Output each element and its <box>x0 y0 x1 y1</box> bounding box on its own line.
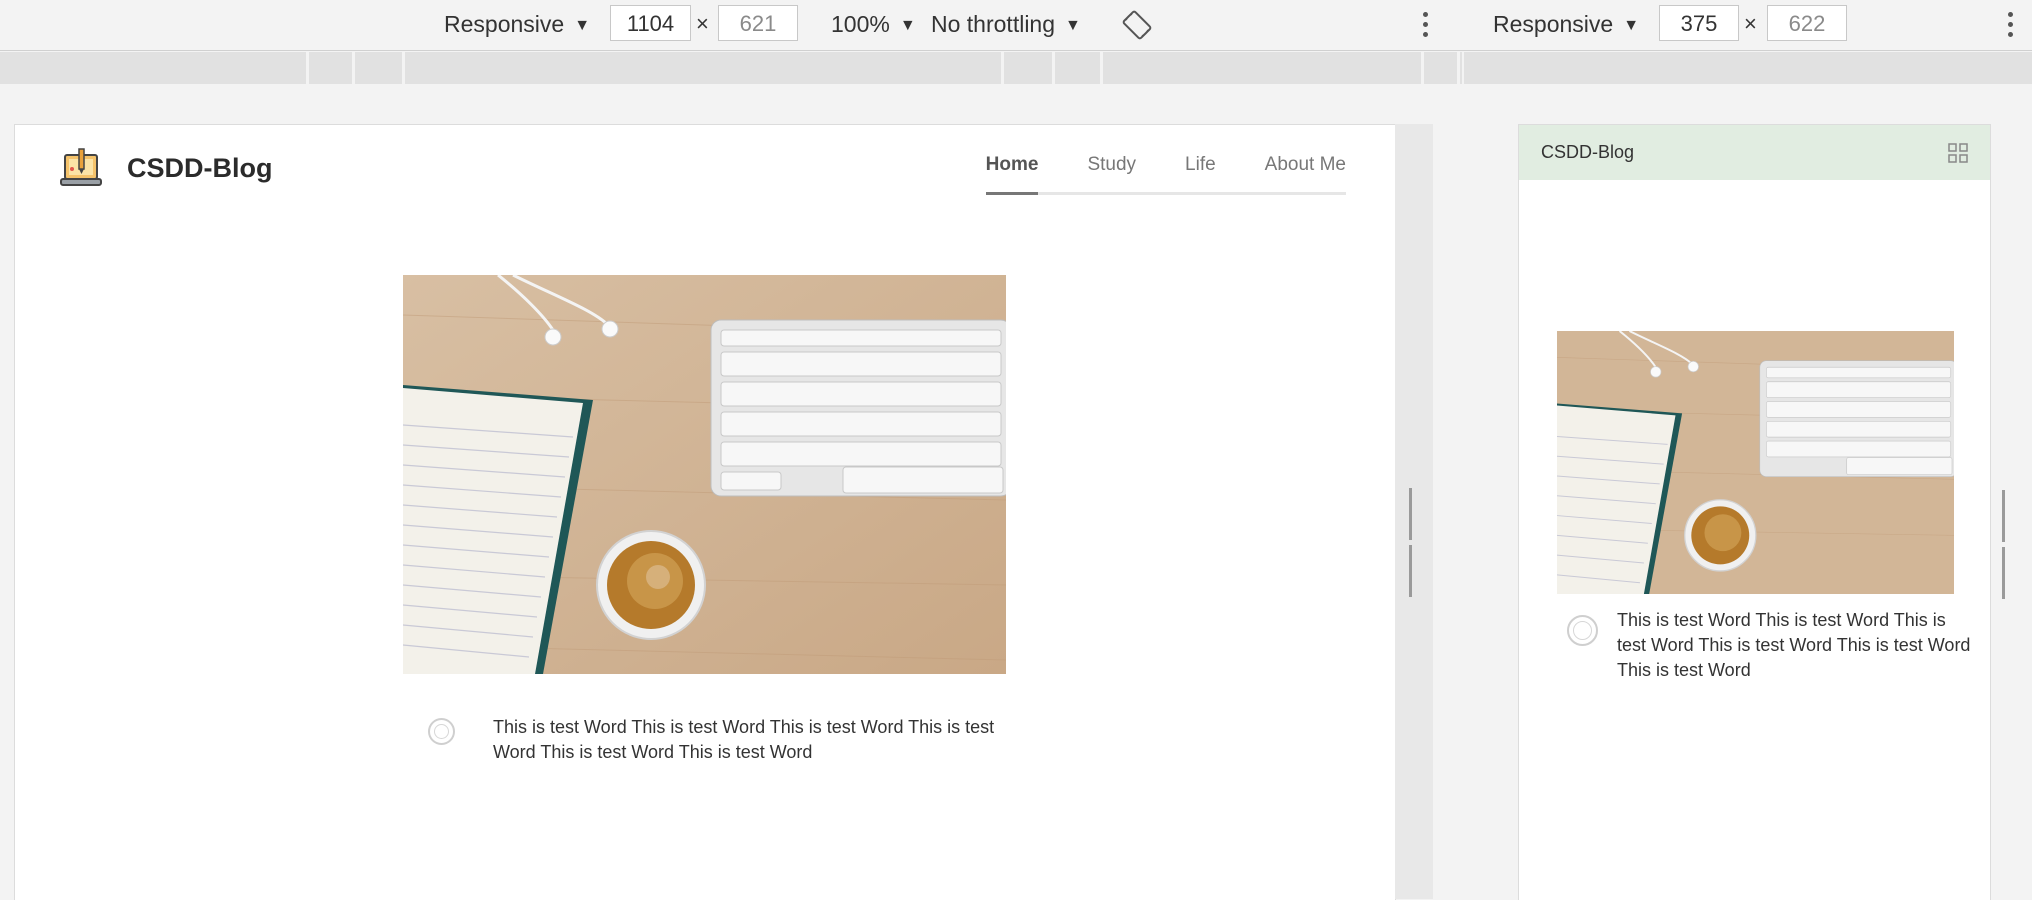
zoom-select[interactable]: 100% ▼ <box>831 0 916 48</box>
device-select-right[interactable]: Responsive ▼ <box>1493 0 1639 48</box>
nav-item-life[interactable]: Life <box>1185 152 1216 192</box>
mobile-site-brand[interactable]: CSDD-Blog <box>1541 142 1634 163</box>
resize-handle-icon[interactable] <box>2002 490 2012 599</box>
device-select-left[interactable]: Responsive ▼ <box>444 0 590 48</box>
dropdown-arrow-icon: ▼ <box>899 17 916 34</box>
more-options-icon[interactable] <box>1423 12 1429 38</box>
viewport-height-input[interactable]: 622 <box>1767 5 1847 41</box>
viewport-height-input[interactable]: 621 <box>718 5 798 41</box>
desktop-viewport-resize-edge[interactable] <box>1395 124 1433 899</box>
laptop-pen-logo-icon <box>60 148 102 186</box>
main-nav: Home Study Life About Me <box>985 152 1346 195</box>
mobile-post-excerpt: This is test Word This is test Word This… <box>1617 610 1971 680</box>
dropdown-arrow-icon: ▼ <box>574 17 591 34</box>
grid-menu-icon[interactable] <box>1948 143 1968 163</box>
dimension-separator: × <box>696 11 709 36</box>
more-options-icon[interactable] <box>2008 12 2014 38</box>
viewport-width-input[interactable]: 1104 <box>610 5 691 41</box>
desktop-viewport: CSDD-Blog Home Study Life About Me This … <box>14 124 1396 900</box>
device-select-label: Responsive <box>1493 11 1614 37</box>
dropdown-arrow-icon: ▼ <box>1623 17 1640 34</box>
device-select-label: Responsive <box>444 11 565 37</box>
device-toolbar: Responsive ▼ 1104 × 621 100% ▼ No throttli… <box>0 0 2032 51</box>
post-radio-icon[interactable] <box>428 718 455 745</box>
dimension-separator: × <box>1744 11 1757 36</box>
resize-handle-icon[interactable] <box>1409 488 1419 597</box>
site-brand[interactable]: CSDD-Blog <box>127 153 272 184</box>
post-excerpt: This is test Word This is test Word This… <box>493 717 995 762</box>
zoom-label: 100% <box>831 11 890 37</box>
post-hero-image[interactable] <box>403 275 1006 674</box>
throttling-select[interactable]: No throttling ▼ <box>931 0 1081 48</box>
nav-item-home[interactable]: Home <box>985 152 1038 195</box>
mobile-post-radio-icon[interactable] <box>1567 615 1598 646</box>
dropdown-arrow-icon: ▼ <box>1065 17 1081 34</box>
nav-item-study[interactable]: Study <box>1087 152 1136 192</box>
media-query-bar[interactable] <box>0 52 2032 84</box>
throttling-label: No throttling <box>931 11 1056 37</box>
rotate-icon[interactable] <box>1122 10 1152 40</box>
nav-item-about-me[interactable]: About Me <box>1265 152 1346 192</box>
mobile-viewport: CSDD-Blog This is test Word This is test… <box>1518 124 1991 900</box>
mobile-post-hero-image[interactable] <box>1557 331 1954 594</box>
mobile-header: CSDD-Blog <box>1519 125 1990 180</box>
viewport-width-input[interactable]: 375 <box>1659 5 1739 41</box>
